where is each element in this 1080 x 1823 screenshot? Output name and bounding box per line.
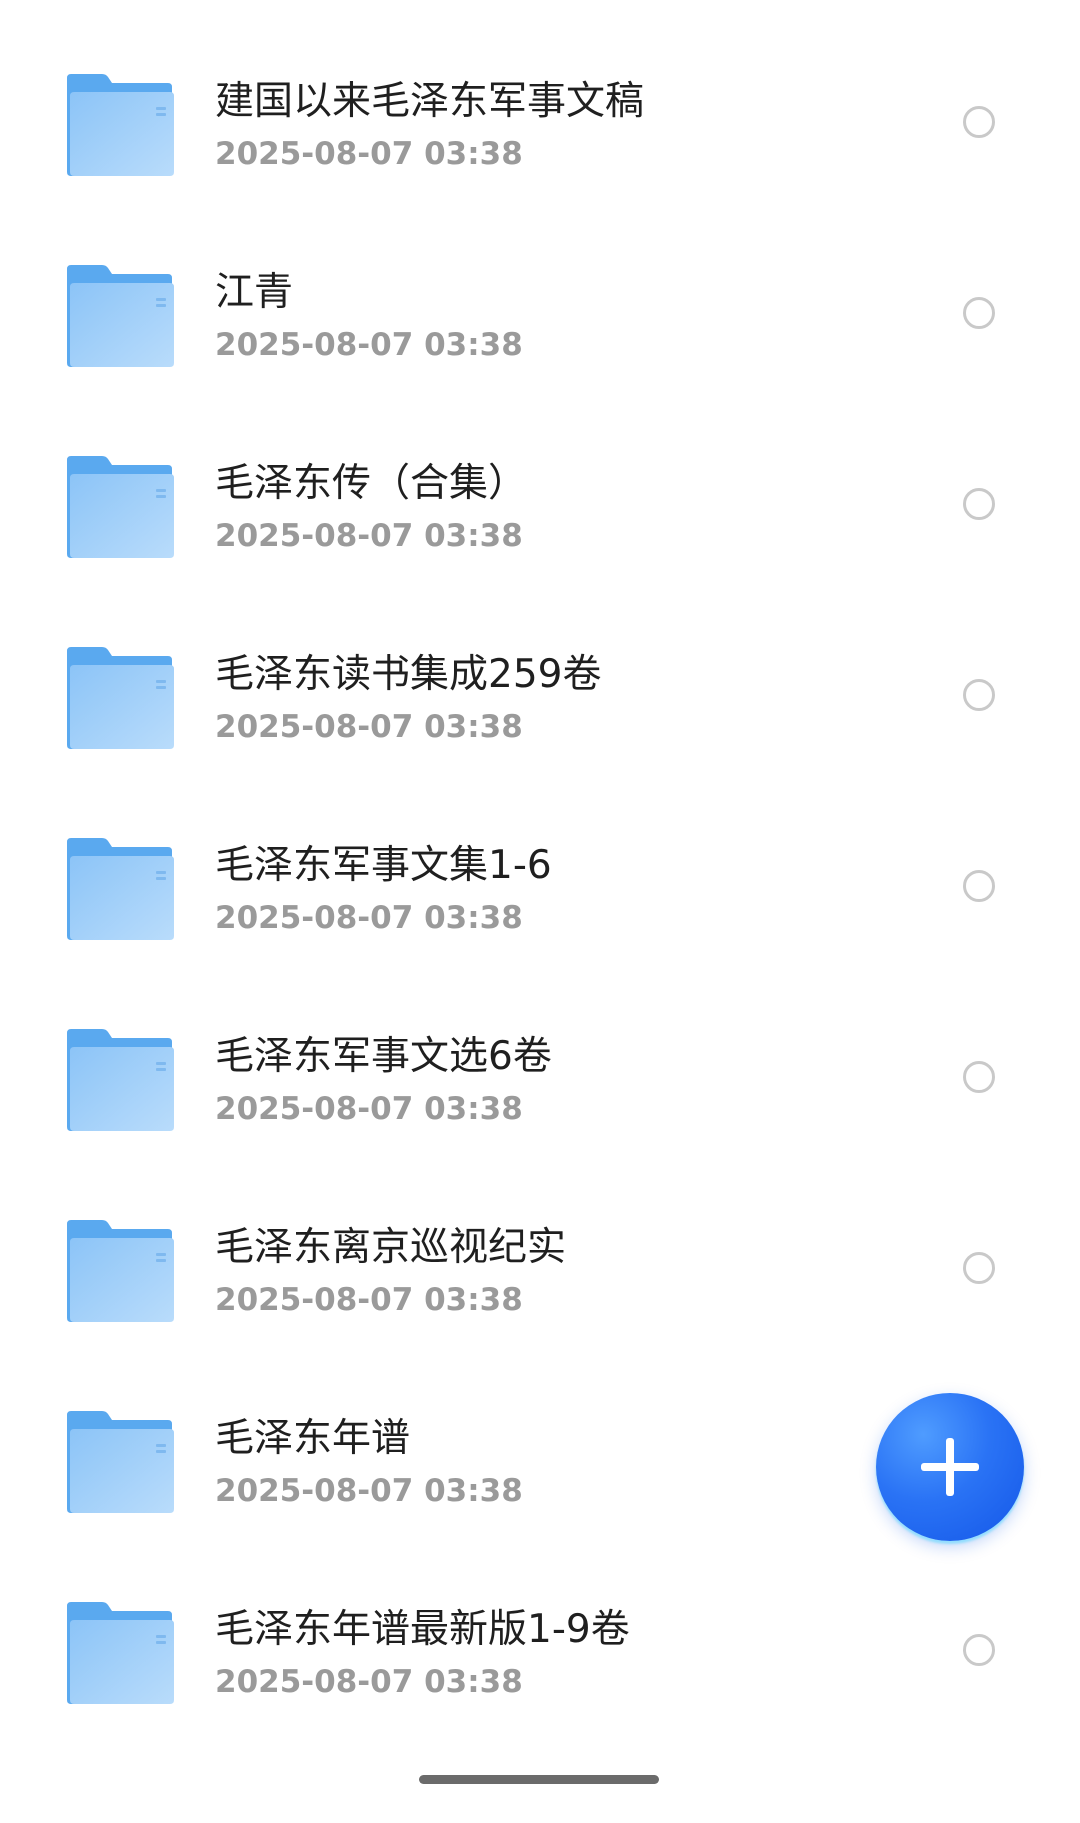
- modified-date: 2025-08-07 03:38: [215, 1091, 523, 1127]
- select-radio[interactable]: [963, 870, 995, 902]
- select-radio[interactable]: [963, 679, 995, 711]
- list-item[interactable]: 毛泽东军事文集1-6 2025-08-07 03:38: [0, 764, 1080, 955]
- select-radio[interactable]: [963, 297, 995, 329]
- folder-icon: [64, 265, 174, 367]
- list-item[interactable]: 毛泽东年谱最新版1-9卷 2025-08-07 03:38: [0, 1528, 1080, 1719]
- select-radio[interactable]: [963, 488, 995, 520]
- select-radio[interactable]: [963, 1252, 995, 1284]
- folder-name: 毛泽东军事文选6卷: [215, 1034, 552, 1079]
- select-radio[interactable]: [963, 106, 995, 138]
- modified-date: 2025-08-07 03:38: [215, 327, 523, 363]
- list-item[interactable]: 毛泽东传（合集） 2025-08-07 03:38: [0, 382, 1080, 573]
- folder-icon: [64, 1602, 174, 1704]
- folder-icon: [64, 838, 174, 940]
- folder-icon: [64, 647, 174, 749]
- modified-date: 2025-08-07 03:38: [215, 1473, 523, 1509]
- folder-icon: [64, 1411, 174, 1513]
- select-radio[interactable]: [963, 1634, 995, 1666]
- modified-date: 2025-08-07 03:38: [215, 518, 523, 554]
- folder-name: 毛泽东传（合集）: [215, 461, 528, 506]
- list-item[interactable]: 江青 2025-08-07 03:38: [0, 191, 1080, 382]
- list-item[interactable]: 毛泽东读书集成259卷 2025-08-07 03:38: [0, 573, 1080, 764]
- folder-name: 毛泽东军事文集1-6: [215, 843, 552, 888]
- folder-name: 江青: [215, 270, 294, 315]
- modified-date: 2025-08-07 03:38: [215, 1664, 523, 1700]
- list-item[interactable]: 建国以来毛泽东军事文稿 2025-08-07 03:38: [0, 0, 1080, 191]
- modified-date: 2025-08-07 03:38: [215, 900, 523, 936]
- folder-icon: [64, 1029, 174, 1131]
- folder-name: 毛泽东离京巡视纪实: [215, 1225, 567, 1270]
- modified-date: 2025-08-07 03:38: [215, 136, 523, 172]
- add-button[interactable]: [876, 1393, 1024, 1541]
- select-radio[interactable]: [963, 1061, 995, 1093]
- folder-name: 毛泽东年谱最新版1-9卷: [215, 1607, 630, 1652]
- list-item[interactable]: 毛泽东离京巡视纪实 2025-08-07 03:38: [0, 1146, 1080, 1337]
- modified-date: 2025-08-07 03:38: [215, 709, 523, 745]
- folder-name: 建国以来毛泽东军事文稿: [215, 79, 645, 124]
- folder-icon: [64, 74, 174, 176]
- home-indicator[interactable]: [419, 1775, 659, 1784]
- plus-icon: [876, 1393, 1024, 1541]
- list-item[interactable]: 毛泽东军事文选6卷 2025-08-07 03:38: [0, 955, 1080, 1146]
- modified-date: 2025-08-07 03:38: [215, 1282, 523, 1318]
- folder-icon: [64, 456, 174, 558]
- folder-name: 毛泽东年谱: [215, 1416, 411, 1461]
- folder-name: 毛泽东读书集成259卷: [215, 652, 602, 697]
- folder-icon: [64, 1220, 174, 1322]
